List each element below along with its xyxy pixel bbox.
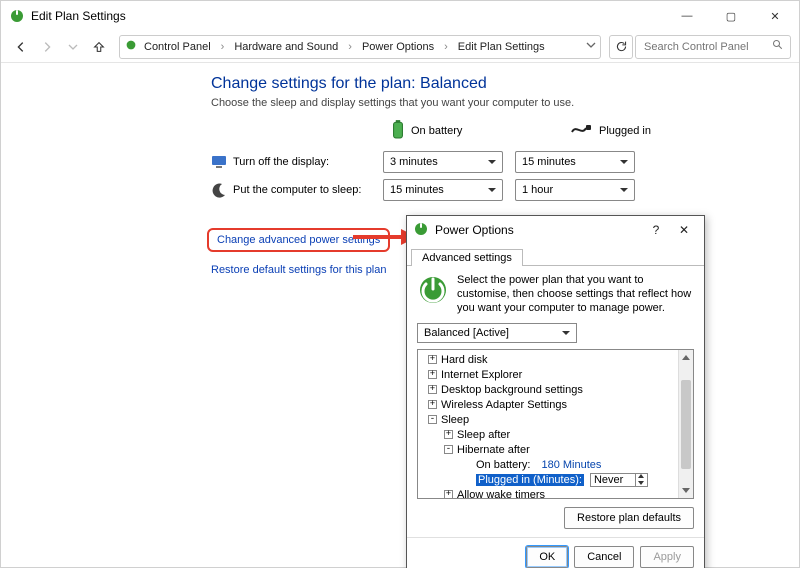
restore-plan-defaults-button[interactable]: Restore plan defaults bbox=[564, 507, 694, 529]
tree-scrollbar[interactable] bbox=[678, 350, 693, 498]
close-button[interactable]: ✕ bbox=[753, 1, 797, 31]
dialog-titlebar: Power Options ? ✕ bbox=[407, 216, 704, 244]
column-headers: On battery Plugged in bbox=[391, 119, 779, 142]
tree-node[interactable]: Desktop background settings bbox=[441, 384, 583, 396]
expand-icon[interactable]: + bbox=[428, 385, 437, 394]
moon-icon bbox=[211, 182, 227, 198]
maximize-button[interactable]: ▢ bbox=[709, 1, 753, 31]
tree-node[interactable]: Sleep after bbox=[457, 429, 510, 441]
breadcrumb-item[interactable]: Edit Plan Settings bbox=[454, 39, 549, 55]
setting-label: Turn off the display: bbox=[233, 156, 383, 168]
plugged-in-label: Plugged in bbox=[599, 125, 651, 137]
ok-button[interactable]: OK bbox=[526, 546, 568, 568]
display-icon bbox=[211, 154, 227, 170]
power-plan-dropdown[interactable]: Balanced [Active] bbox=[417, 323, 577, 343]
expand-icon[interactable]: + bbox=[428, 370, 437, 379]
expand-icon[interactable]: + bbox=[444, 490, 453, 499]
settings-tree[interactable]: + Hard disk + Internet Explorer + Desktop b… bbox=[417, 349, 694, 499]
dropdown-value: 15 minutes bbox=[390, 184, 444, 196]
collapse-icon[interactable]: - bbox=[444, 445, 453, 454]
dialog-title: Power Options bbox=[435, 223, 514, 237]
value-spinner[interactable]: Never bbox=[590, 473, 648, 487]
expand-icon[interactable]: + bbox=[428, 400, 437, 409]
setting-row-display: Turn off the display: 3 minutes 15 minut… bbox=[211, 148, 779, 176]
up-button[interactable] bbox=[87, 35, 111, 59]
breadcrumb-item[interactable]: Control Panel bbox=[140, 39, 215, 55]
display-battery-dropdown[interactable]: 3 minutes bbox=[383, 151, 503, 173]
tree-node[interactable]: Wireless Adapter Settings bbox=[441, 399, 567, 411]
breadcrumb-item[interactable]: Power Options bbox=[358, 39, 438, 55]
spinner-up-icon[interactable] bbox=[635, 473, 647, 480]
tree-node[interactable]: Hibernate after bbox=[457, 444, 530, 456]
apply-button[interactable]: Apply bbox=[640, 546, 694, 568]
back-button[interactable] bbox=[9, 35, 33, 59]
dialog-icon bbox=[413, 221, 429, 240]
address-dropdown-icon[interactable] bbox=[586, 40, 596, 53]
dialog-help-button[interactable]: ? bbox=[642, 223, 670, 237]
breadcrumb-bar[interactable]: Control Panel Hardware and Sound Power O… bbox=[119, 35, 601, 59]
spinner-down-icon[interactable] bbox=[635, 480, 647, 487]
dialog-body: Select the power plan that you want to c… bbox=[407, 266, 704, 537]
display-plugged-dropdown[interactable]: 15 minutes bbox=[515, 151, 635, 173]
dropdown-value: Balanced [Active] bbox=[424, 327, 509, 339]
expand-icon[interactable]: + bbox=[444, 430, 453, 439]
app-icon bbox=[9, 8, 25, 24]
dialog-tabstrip: Advanced settings bbox=[407, 244, 704, 266]
sleep-plugged-dropdown[interactable]: 1 hour bbox=[515, 179, 635, 201]
dialog-description: Select the power plan that you want to c… bbox=[457, 274, 694, 315]
tree-leaf-value[interactable]: 180 Minutes bbox=[541, 459, 601, 471]
tree-node[interactable]: Internet Explorer bbox=[441, 369, 522, 381]
chevron-right-icon[interactable] bbox=[440, 39, 452, 55]
power-plan-icon bbox=[417, 274, 449, 306]
chevron-right-icon[interactable] bbox=[217, 39, 229, 55]
page-subtext: Choose the sleep and display settings th… bbox=[211, 97, 779, 109]
dialog-footer: OK Cancel Apply bbox=[407, 537, 704, 568]
spinner-value[interactable]: Never bbox=[591, 474, 635, 486]
power-options-dialog: Power Options ? ✕ Advanced settings Sele… bbox=[406, 215, 705, 568]
dialog-close-button[interactable]: ✕ bbox=[670, 223, 698, 237]
tree-node[interactable]: Allow wake timers bbox=[457, 489, 545, 500]
recent-locations-button[interactable] bbox=[61, 35, 85, 59]
page-heading: Change settings for the plan: Balanced bbox=[211, 75, 779, 93]
plug-icon bbox=[571, 123, 593, 138]
window-controls: — ▢ ✕ bbox=[665, 1, 797, 31]
chevron-right-icon[interactable] bbox=[344, 39, 356, 55]
titlebar: Edit Plan Settings — ▢ ✕ bbox=[1, 1, 799, 31]
forward-button[interactable] bbox=[35, 35, 59, 59]
tab-advanced-settings[interactable]: Advanced settings bbox=[411, 249, 523, 266]
dropdown-value: 15 minutes bbox=[522, 156, 576, 168]
cancel-button[interactable]: Cancel bbox=[574, 546, 634, 568]
breadcrumb-item[interactable]: Hardware and Sound bbox=[230, 39, 342, 55]
plugged-in-header: Plugged in bbox=[571, 123, 691, 138]
on-battery-label: On battery bbox=[411, 125, 462, 137]
navbar: Control Panel Hardware and Sound Power O… bbox=[1, 31, 799, 63]
scroll-thumb[interactable] bbox=[681, 380, 691, 469]
tree-node[interactable]: Hard disk bbox=[441, 354, 487, 366]
expand-icon[interactable]: + bbox=[428, 355, 437, 364]
location-icon bbox=[124, 38, 138, 55]
scroll-up-icon[interactable] bbox=[679, 350, 693, 365]
sleep-battery-dropdown[interactable]: 15 minutes bbox=[383, 179, 503, 201]
dropdown-value: 3 minutes bbox=[390, 156, 438, 168]
on-battery-header: On battery bbox=[391, 119, 511, 142]
search-input[interactable] bbox=[642, 40, 752, 54]
window-title: Edit Plan Settings bbox=[31, 9, 665, 23]
setting-row-sleep: Put the computer to sleep: 15 minutes 1 … bbox=[211, 176, 779, 204]
dropdown-value: 1 hour bbox=[522, 184, 553, 196]
tree-leaf-label: On battery: bbox=[476, 459, 530, 471]
collapse-icon[interactable]: - bbox=[428, 415, 437, 424]
refresh-button[interactable] bbox=[609, 35, 633, 59]
minimize-button[interactable]: — bbox=[665, 1, 709, 31]
setting-label: Put the computer to sleep: bbox=[233, 184, 383, 196]
tree-leaf-selected[interactable]: Plugged in (Minutes): bbox=[476, 474, 584, 486]
search-icon[interactable] bbox=[772, 39, 784, 54]
battery-icon bbox=[391, 119, 405, 142]
tree-node[interactable]: Sleep bbox=[441, 414, 469, 426]
scroll-down-icon[interactable] bbox=[679, 483, 693, 498]
explorer-window: Edit Plan Settings — ▢ ✕ Control Panel H… bbox=[0, 0, 800, 568]
search-box[interactable] bbox=[635, 35, 791, 59]
